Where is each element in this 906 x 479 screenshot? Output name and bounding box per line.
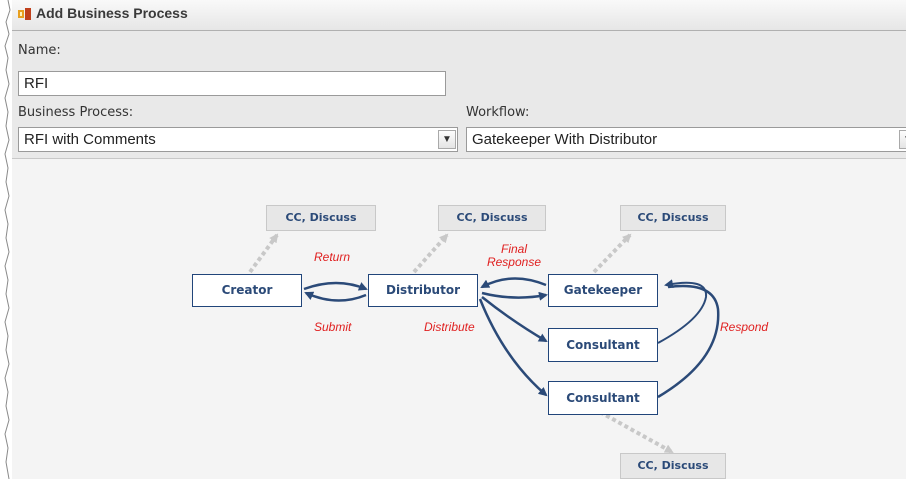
- business-process-label: Business Process:: [18, 105, 134, 120]
- business-process-value: RFI with Comments: [24, 131, 156, 148]
- dialog-title-bar: Add Business Process: [12, 0, 906, 31]
- cc-discuss-box: CC, Discuss: [266, 205, 376, 231]
- node-gatekeeper: Gatekeeper: [548, 274, 658, 307]
- distribute-consultant-1-arrow: [481, 296, 548, 343]
- workflow-label: Workflow:: [466, 105, 530, 120]
- cc-link-creator: [248, 233, 279, 274]
- workflow-value: Gatekeeper With Distributor: [472, 131, 658, 148]
- label-respond: Respond: [720, 320, 769, 334]
- node-consultant-2: Consultant: [548, 381, 658, 415]
- label-final-response: Final Response: [482, 243, 546, 269]
- workflow-diagram: CC, Discuss CC, Discuss CC, Discuss CC, …: [12, 159, 906, 479]
- label-return: Return: [314, 250, 351, 264]
- chevron-down-icon[interactable]: ▼: [438, 130, 456, 149]
- label-submit: Submit: [314, 320, 352, 334]
- respond-arrow-2: [657, 284, 720, 399]
- label-final-response-line-2: Response: [486, 255, 542, 269]
- cc-discuss-box: CC, Discuss: [620, 205, 726, 231]
- cc-link-distributor: [412, 233, 449, 274]
- name-input-value: RFI: [24, 75, 49, 92]
- distribute-gatekeeper-arrow: [481, 291, 548, 301]
- node-consultant-1: Consultant: [548, 328, 658, 362]
- workflow-select[interactable]: Gatekeeper With Distributor ▼: [466, 127, 906, 152]
- cc-discuss-box: CC, Discuss: [438, 205, 546, 231]
- name-input[interactable]: RFI: [18, 71, 446, 96]
- cc-link-gatekeeper: [592, 233, 632, 274]
- dialog-title: Add Business Process: [36, 5, 188, 21]
- chevron-down-icon[interactable]: ▼: [899, 130, 906, 149]
- node-creator: Creator: [192, 274, 302, 307]
- respond-arrow-1: [657, 279, 708, 344]
- process-app-icon: [18, 8, 31, 20]
- add-business-process-dialog: Add Business Process Name: RFI Business …: [12, 0, 906, 479]
- name-label: Name:: [18, 43, 61, 58]
- node-distributor: Distributor: [368, 274, 478, 307]
- process-form: Name: RFI Business Process: RFI with Com…: [12, 31, 906, 159]
- cc-link-consultant: [599, 410, 674, 454]
- final-response-arrow: [480, 277, 547, 289]
- distribute-consultant-2-arrow: [478, 298, 548, 397]
- business-process-select[interactable]: RFI with Comments ▼: [18, 127, 458, 152]
- cc-discuss-box: CC, Discuss: [620, 453, 726, 479]
- return-arrow: [304, 291, 367, 302]
- label-distribute: Distribute: [424, 320, 475, 334]
- submit-arrow: [303, 281, 368, 291]
